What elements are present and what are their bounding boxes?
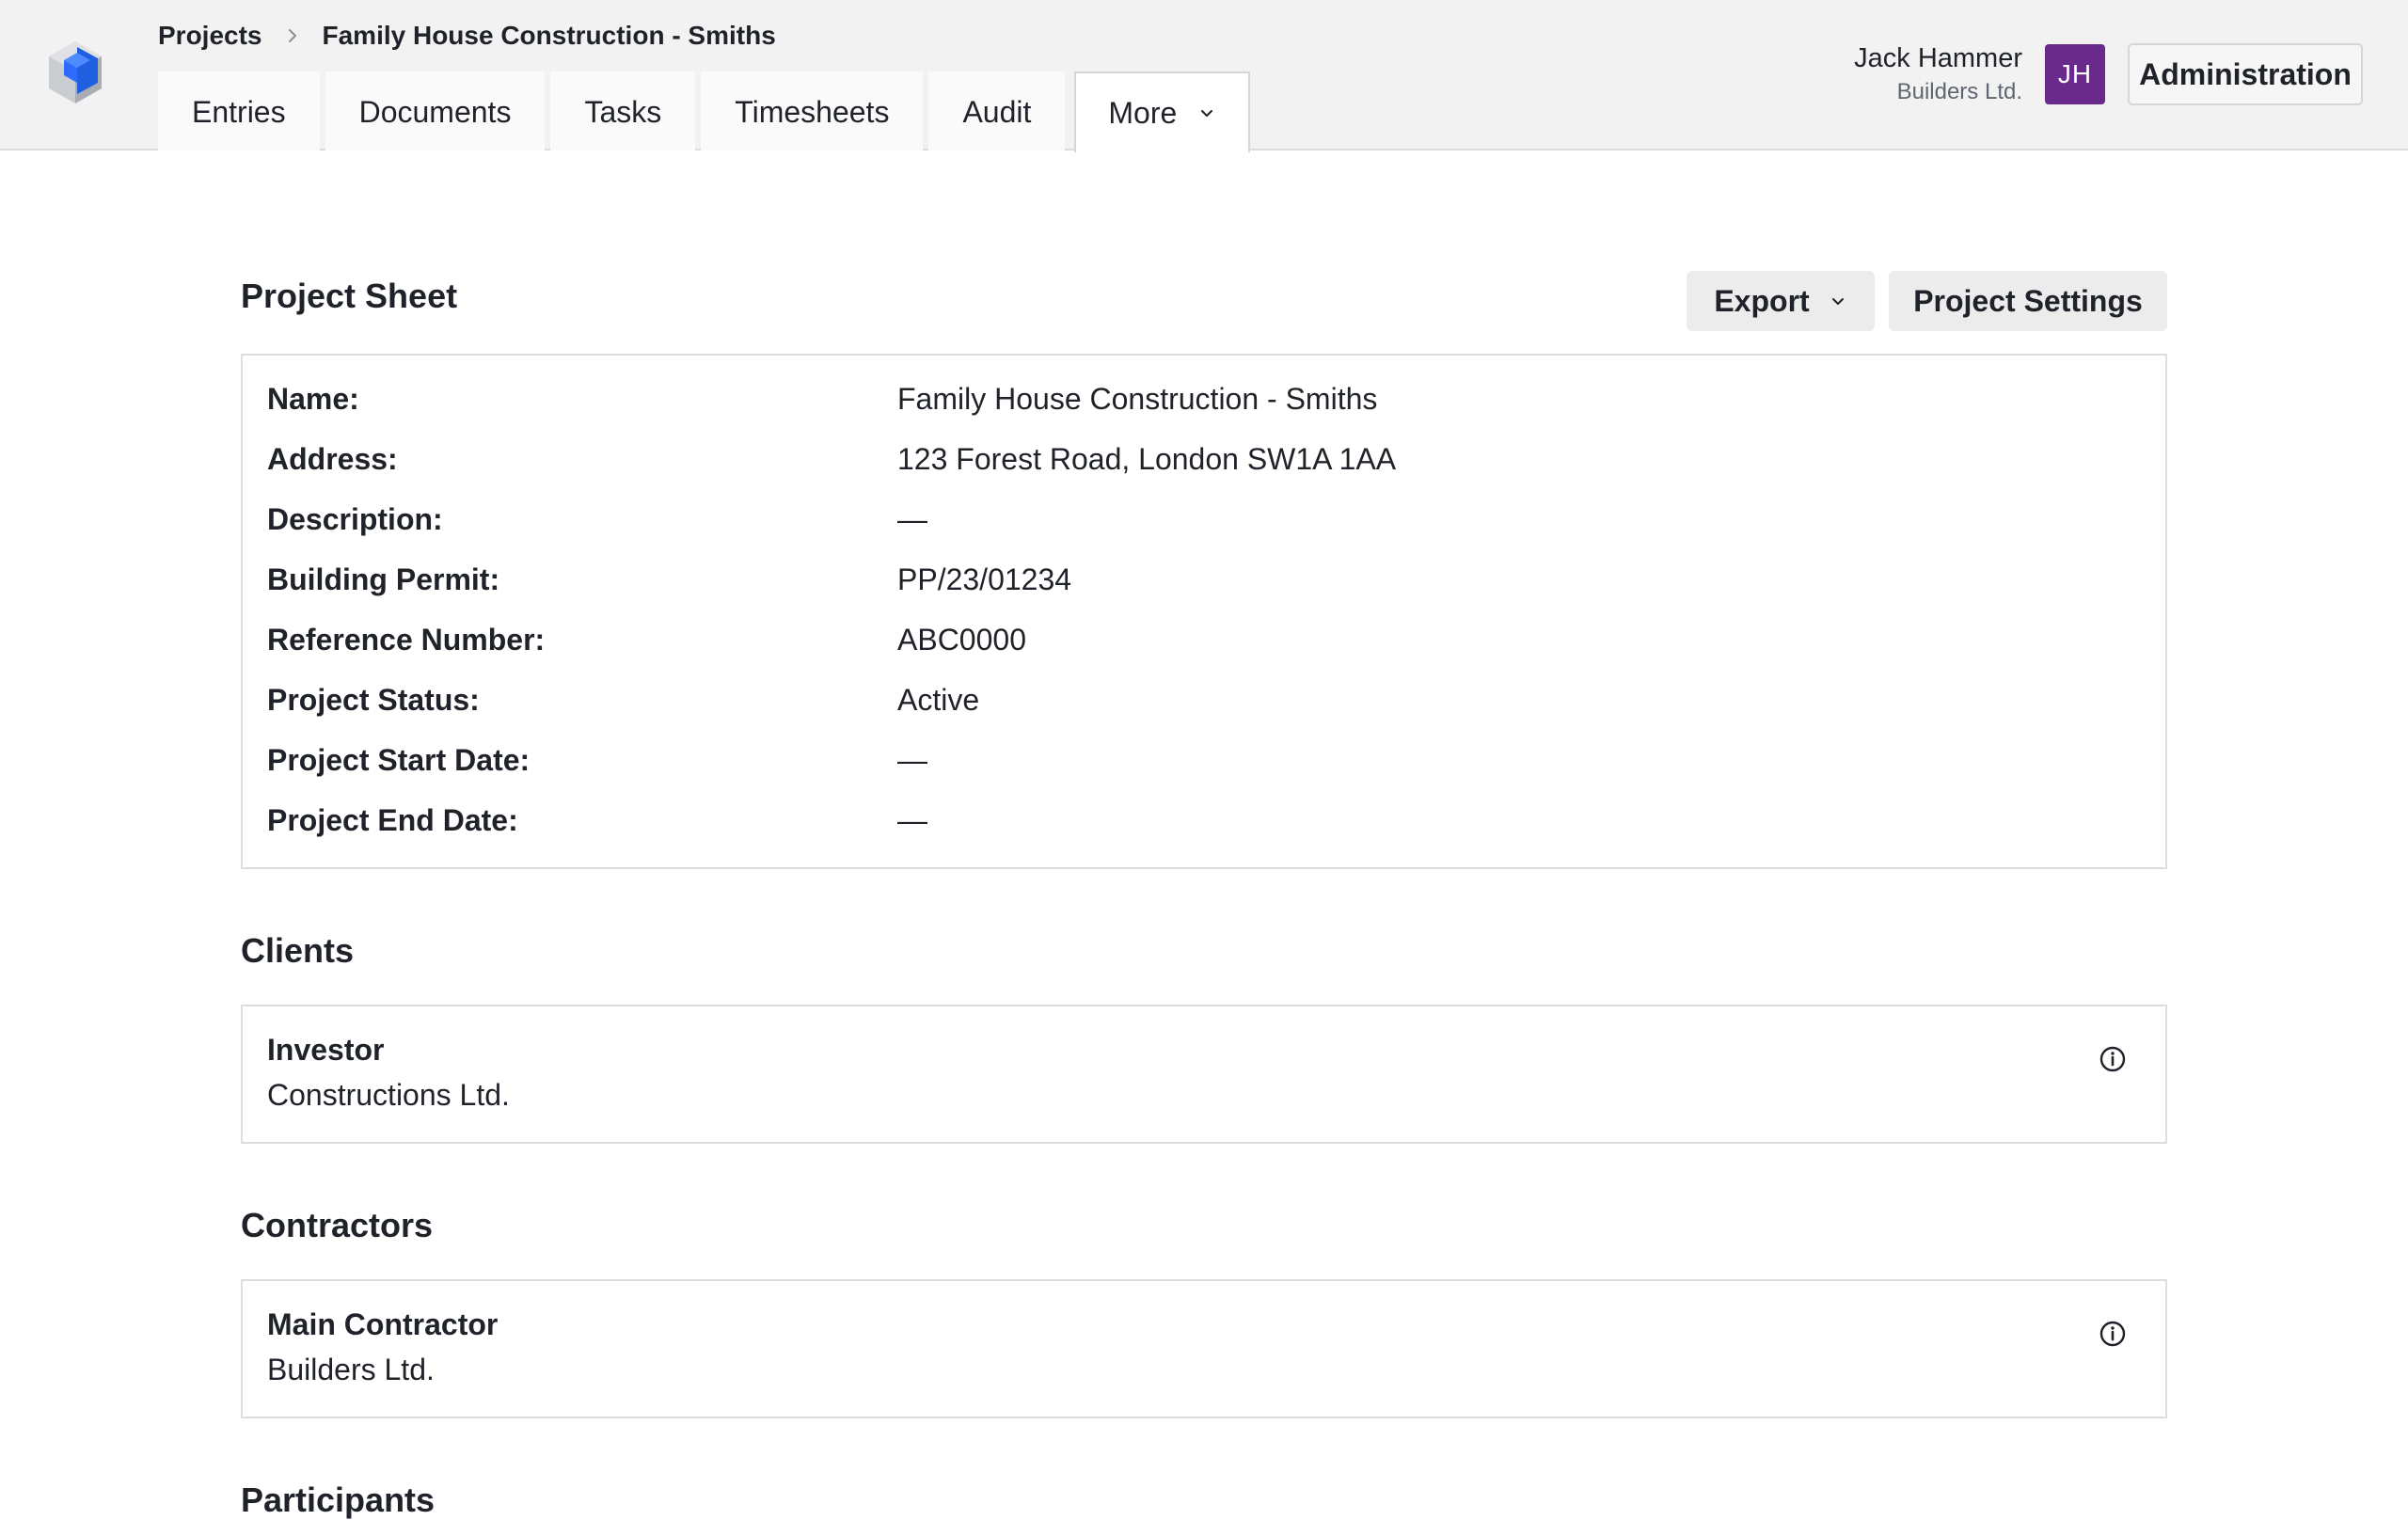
tab-tasks[interactable]: Tasks (550, 71, 696, 150)
tab-label: Entries (192, 94, 286, 129)
field-value: Active (897, 683, 980, 717)
project-sheet-title: Project Sheet (241, 277, 458, 315)
field-label: Building Permit: (267, 562, 500, 596)
user-info: Jack Hammer Builders Ltd. (1854, 40, 2022, 107)
field-value: Family House Construction - Smiths (897, 382, 1378, 416)
info-circle-icon[interactable] (2098, 1044, 2128, 1074)
field-label: Project Start Date: (267, 743, 531, 777)
field-label: Project End Date: (267, 803, 518, 837)
field-label: Name: (267, 382, 359, 416)
project-sheet-header: Project Sheet Export Project Settings (241, 271, 2167, 333)
contractors-title: Contractors (241, 1206, 434, 1244)
tab-audit[interactable]: Audit (928, 71, 1066, 150)
contractor-name: Builders Ltd. (267, 1353, 435, 1386)
field-value: 123 Forest Road, London SW1A 1AA (897, 442, 1397, 476)
clients-title: Clients (241, 931, 355, 970)
tab-timesheets[interactable]: Timesheets (701, 71, 924, 150)
client-card: Investor Constructions Ltd. (241, 1005, 2167, 1144)
chevron-down-icon (1201, 110, 1213, 117)
cube-logo-icon[interactable] (45, 40, 105, 107)
field-label: Description: (267, 502, 443, 536)
project-settings-button[interactable]: Project Settings (1889, 271, 2167, 331)
contractor-card: Main Contractor Builders Ltd. (241, 1279, 2167, 1418)
avatar[interactable]: JH (2045, 44, 2105, 104)
chevron-down-icon (1831, 298, 1844, 305)
export-label: Export (1714, 283, 1810, 318)
tab-label: Timesheets (735, 94, 890, 129)
contractor-role: Main Contractor (267, 1307, 499, 1341)
field-value: PP/23/01234 (897, 562, 1072, 596)
info-circle-icon[interactable] (2098, 1319, 2128, 1349)
breadcrumb: Projects Family House Construction - Smi… (158, 19, 776, 53)
participants-title: Participants (241, 1480, 436, 1519)
field-label: Project Status: (267, 683, 480, 717)
tab-label: Documents (358, 94, 512, 129)
tab-label: More (1108, 95, 1178, 130)
tab-label: Tasks (584, 94, 662, 129)
user-name: Jack Hammer (1854, 43, 2022, 73)
tab-entries[interactable]: Entries (158, 71, 320, 150)
field-value: — (897, 743, 927, 777)
field-value: ABC0000 (897, 623, 1026, 657)
field-label: Address: (267, 442, 398, 476)
chevron-right-icon (288, 29, 296, 42)
tab-label: Audit (962, 94, 1032, 129)
client-role: Investor (267, 1033, 385, 1067)
field-value: — (897, 502, 927, 536)
client-name: Constructions Ltd. (267, 1078, 510, 1112)
breadcrumb-projects-link[interactable]: Projects (158, 21, 262, 51)
project-tabs: Entries Documents Tasks Timesheets Audit… (158, 71, 1251, 152)
top-navigation-bar: Projects Family House Construction - Smi… (0, 0, 2408, 152)
administration-button[interactable]: Administration (2128, 43, 2363, 105)
tab-more-dropdown[interactable]: More (1074, 71, 1251, 152)
export-button[interactable]: Export (1687, 271, 1875, 331)
project-sheet-card: Name: Family House Construction - Smiths… (241, 354, 2167, 869)
tab-documents[interactable]: Documents (325, 71, 546, 150)
user-organization: Builders Ltd. (1896, 79, 2022, 104)
breadcrumb-current: Family House Construction - Smiths (322, 21, 776, 50)
field-value: — (897, 803, 927, 837)
field-label: Reference Number: (267, 623, 546, 657)
